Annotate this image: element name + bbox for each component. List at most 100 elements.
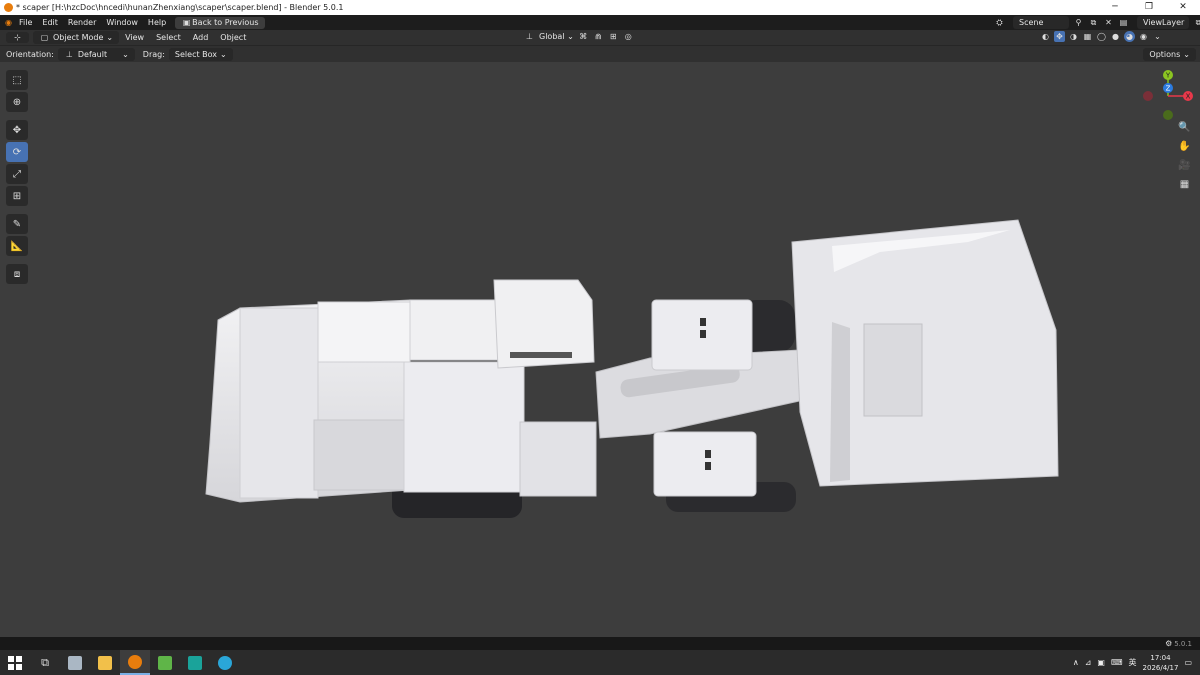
measure-tool-icon[interactable]: 📐 [6, 236, 28, 256]
ime-indicator[interactable]: 英 [1129, 657, 1137, 668]
chevron-down-icon: ⌄ [106, 33, 114, 42]
menu-file[interactable]: File [14, 15, 37, 30]
roof-panel-1 [317, 301, 411, 363]
menu-window[interactable]: Window [101, 15, 143, 30]
windows-icon [8, 655, 22, 670]
clock-date: 2026/4/17 [1142, 663, 1179, 672]
3d-viewport[interactable]: Y Z X [0, 62, 1200, 637]
select-box-tool-icon[interactable]: ⬚ [6, 70, 28, 90]
scene-icon[interactable]: ⛭ [994, 17, 1005, 28]
gizmo-neg-y-axis[interactable] [1163, 110, 1173, 120]
shading-rendered-icon[interactable]: ◉ [1138, 31, 1149, 42]
cab-window [510, 352, 572, 358]
pan-hand-icon[interactable]: ✋ [1176, 139, 1193, 154]
new-viewlayer-icon[interactable]: ⧉ [1193, 17, 1200, 28]
transform-orientation-label: Global [539, 32, 565, 41]
viewlayer-selector[interactable]: ViewLayer [1137, 16, 1189, 29]
taskbar-app-3[interactable] [180, 650, 210, 675]
back-to-previous-button[interactable]: ▣ Back to Previous [175, 16, 265, 29]
rear-panel [239, 307, 319, 499]
new-scene-icon[interactable]: ⧉ [1088, 17, 1099, 28]
gizmo-x-label: X [1186, 93, 1191, 101]
menu-help[interactable]: Help [143, 15, 171, 30]
task-view-icon: ⧉ [41, 655, 49, 669]
delete-scene-icon[interactable]: ✕ [1103, 17, 1114, 28]
shading-wireframe-icon[interactable]: ◯ [1096, 31, 1107, 42]
middle-body [403, 361, 525, 493]
options-dropdown[interactable]: Options ⌄ [1143, 47, 1196, 61]
snap-target-icon[interactable]: ⊞ [608, 31, 619, 42]
object-mode-icon: ▢ [40, 33, 49, 42]
taskbar-app-photos[interactable] [150, 650, 180, 675]
taskbar-app-mail[interactable] [60, 650, 90, 675]
blender-app-icon [128, 654, 142, 669]
shading-material-icon[interactable]: ◕ [1124, 31, 1135, 42]
transform-orientation-selector[interactable]: Global ⌄ [539, 32, 574, 41]
taskbar-app-blender[interactable] [120, 650, 150, 675]
viewlayer-label: ViewLayer [1143, 18, 1185, 27]
orientation-selector[interactable]: ⊥ Default ⌄ [57, 47, 135, 61]
notification-icon[interactable]: ▭ [1184, 658, 1192, 667]
start-button[interactable] [0, 650, 30, 675]
keyboard-icon[interactable]: ⌨ [1111, 658, 1123, 667]
folder-icon [98, 655, 112, 670]
shading-solid-icon[interactable]: ● [1110, 31, 1121, 42]
clock[interactable]: 17:04 2026/4/17 [1143, 653, 1179, 673]
housing-slot [700, 330, 706, 338]
scale-tool-icon[interactable]: ⤢ [6, 164, 28, 184]
overlay-icon[interactable]: ◑ [1068, 31, 1079, 42]
taskbar-app-edge[interactable] [210, 650, 240, 675]
viewlayer-icon[interactable]: ▤ [1118, 17, 1129, 28]
mode-selector[interactable]: ▢ Object Mode ⌄ [33, 31, 120, 44]
menu-edit[interactable]: Edit [37, 15, 63, 30]
snap-icon[interactable]: ⋒ [593, 31, 604, 42]
network-icon[interactable]: ⊿ [1085, 658, 1092, 667]
menu-add[interactable]: Add [187, 33, 215, 42]
gizmo-toggle-icon[interactable]: ✥ [1054, 31, 1065, 42]
editor-type-button[interactable]: ⊹ [6, 32, 29, 43]
navigation-gizmo[interactable]: Y Z X [1140, 68, 1196, 124]
bucket-side [830, 322, 850, 482]
scene-selector[interactable]: Scene [1013, 16, 1069, 29]
drag-selector[interactable]: Select Box ⌄ [168, 47, 233, 61]
cursor-tool-icon[interactable]: ⊕ [6, 92, 28, 112]
drag-label: Drag: [142, 49, 165, 59]
menu-view[interactable]: View [119, 33, 150, 42]
chevron-down-icon: ⌄ [220, 49, 227, 59]
xray-icon[interactable]: ▦ [1082, 31, 1093, 42]
shading-options-icon[interactable]: ⌄ [1152, 31, 1163, 42]
tool-options-bar: Orientation: ⊥ Default ⌄ Drag: Select Box ⌄… [0, 46, 1200, 62]
close-button[interactable]: ✕ [1166, 0, 1200, 15]
perspective-grid-icon[interactable]: ▦ [1176, 177, 1193, 192]
chevron-up-icon[interactable]: ∧ [1073, 658, 1079, 667]
bucket-plate [863, 323, 923, 417]
drag-value: Select Box [174, 49, 218, 59]
transform-tool-icon[interactable]: ⊞ [6, 186, 28, 206]
pin-icon[interactable]: ⚲ [1073, 17, 1084, 28]
proportional-edit-icon[interactable]: ◎ [623, 31, 634, 42]
gizmo-neg-x-axis[interactable] [1143, 91, 1153, 101]
photos-app-icon [158, 655, 172, 670]
maximize-button[interactable]: ❐ [1132, 0, 1166, 15]
pivot-point-icon[interactable]: ⌘ [578, 31, 589, 42]
mail-app-icon [68, 655, 82, 670]
menu-select[interactable]: Select [150, 33, 187, 42]
roof-panel-2 [409, 299, 501, 361]
taskbar-app-explorer[interactable] [90, 650, 120, 675]
housing-slot [700, 318, 706, 326]
taskbar: ⧉ [0, 650, 1200, 675]
move-tool-icon[interactable]: ✥ [6, 120, 28, 140]
camera-view-icon[interactable]: 🎥 [1176, 158, 1193, 173]
menu-render[interactable]: Render [63, 15, 101, 30]
blender-menu-icon[interactable]: ◉ [3, 17, 14, 28]
menu-object[interactable]: Object [214, 33, 252, 42]
screen-icon: ▣ [182, 17, 191, 27]
minimize-button[interactable]: ─ [1098, 0, 1132, 15]
rotate-tool-icon[interactable]: ⟳ [6, 142, 28, 162]
zoom-icon[interactable]: 🔍 [1176, 120, 1193, 135]
add-cube-tool-icon[interactable]: ⧈ [6, 264, 28, 284]
task-view-button[interactable]: ⧉ [30, 650, 60, 675]
annotate-tool-icon[interactable]: ✎ [6, 214, 28, 234]
visibility-icon[interactable]: ◐ [1040, 31, 1051, 42]
app-tray-icon[interactable]: ▣ [1097, 658, 1105, 667]
